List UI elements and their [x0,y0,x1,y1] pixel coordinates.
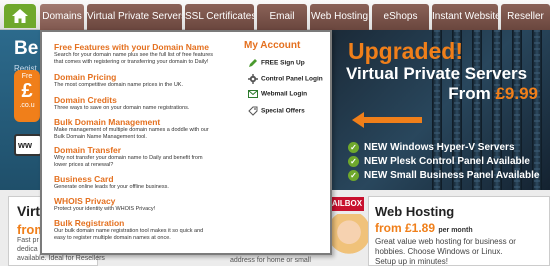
mailbox-promo-text: address for home or small [230,257,311,264]
menu-item-desc: The most competitive domain name prices … [54,82,184,88]
arrow-left-icon [352,112,422,128]
menu-item-desc: Search for your domain name plus see the… [54,52,213,58]
person-photo [330,214,368,266]
tab-reseller[interactable]: Reseller [501,4,550,30]
menu-item-title[interactable]: Free Features with your Domain Name [54,42,244,52]
menu-item-desc: that comes with registering or transferr… [54,59,209,65]
hero-from-label: From [448,84,491,103]
tag-icon [248,106,258,116]
server-rack-image [532,30,542,190]
hero-feature-text: NEW Windows Hyper-V Servers [364,142,515,153]
tab-domains[interactable]: Domains [40,4,84,30]
badge-top-text: Fre [21,73,33,80]
vps-panel-text: Fast pr [17,237,39,244]
top-nav: Domains Virtual Private Servers SSL Cert… [0,0,550,30]
menu-item-business-card[interactable]: Business Card Generate online leads for … [54,174,244,191]
tab-email[interactable]: Email [257,4,307,30]
tab-instant-website[interactable]: Instant Website [432,4,498,30]
menu-item-title[interactable]: WHOIS Privacy [54,196,244,206]
menu-item-title[interactable]: Bulk Domain Management [54,117,244,127]
web-hosting-panel[interactable]: Web Hosting from £1.89 per month Great v… [368,196,550,266]
hero-title: Upgraded! [348,38,463,64]
tab-virtual-private-servers[interactable]: Virtual Private Servers [87,4,182,30]
webmail-login-link[interactable]: Webmail Login [248,90,307,98]
menu-item-desc: Protect your identity with WHOIS Privacy… [54,206,156,212]
hero-feature: ✓ NEW Windows Hyper-V Servers [348,142,515,153]
hero-subtitle: Virtual Private Servers [346,64,528,83]
hero-feature: ✓ NEW Small Business Panel Available [348,170,539,181]
account-link-label: Control Panel Login [261,75,323,83]
home-icon [12,9,28,23]
vps-panel-text: available. Ideal for Resellers [17,255,105,262]
free-sign-up-link[interactable]: FREE Sign Up [248,58,305,68]
menu-item-title[interactable]: Domain Credits [54,95,244,105]
badge-bottom-text: .co.u [19,102,35,109]
menu-item-whois-privacy[interactable]: WHOIS Privacy Protect your identity with… [54,196,244,213]
web-hosting-price: from £1.89 per month [375,221,473,235]
mailbox-badge: AILBOX [330,197,364,211]
menu-item-title[interactable]: Domain Transfer [54,145,244,155]
per-month-label: per month [438,227,473,234]
menu-item-desc: Three ways to save on your domain name r… [54,105,190,111]
hero-feature: ✓ NEW Plesk Control Panel Available [348,156,530,167]
menu-item-domain-transfer[interactable]: Domain Transfer Why not transfer your do… [54,145,244,169]
tab-eshops[interactable]: eShops [372,4,429,30]
banner-title: Be [14,38,39,59]
menu-item-title[interactable]: Bulk Registration [54,218,244,228]
price-badge: Fre £ .co.u [14,70,40,122]
menu-item-desc: Our bulk domain name registration tool m… [54,228,204,234]
account-link-label: Special Offers [261,107,305,115]
vps-panel-text: dedica [17,246,38,253]
pencil-icon [249,59,257,67]
home-button[interactable] [4,4,36,28]
account-link-label: FREE Sign Up [261,59,305,67]
domains-dropdown-menu: Free Features with your Domain Name Sear… [40,30,332,255]
web-hosting-title: Web Hosting [375,204,455,219]
web-hosting-price-value: from £1.89 [375,221,436,235]
domain-search-box[interactable]: ww [14,134,42,156]
menu-item-domain-credits[interactable]: Domain Credits Three ways to save on you… [54,95,244,112]
menu-item-desc: Make management of multiple domain names… [54,127,209,133]
domain-banner: Be Regist Fre £ .co.u ww [0,30,42,190]
menu-item-domain-pricing[interactable]: Domain Pricing The most competitive doma… [54,72,244,89]
menu-item-desc: Why not transfer your domain name to Dai… [54,155,203,161]
vps-hero-banner[interactable]: Upgraded! Virtual Private Servers From £… [332,30,550,190]
hero-feature-text: NEW Small Business Panel Available [364,170,540,181]
control-panel-login-link[interactable]: Control Panel Login [248,74,323,84]
hero-price-value: £9.99 [495,84,538,103]
check-icon: ✓ [348,156,359,167]
menu-item-free-features[interactable]: Free Features with your Domain Name Sear… [54,42,244,66]
tab-web-hosting[interactable]: Web Hosting [310,4,369,30]
check-icon: ✓ [348,142,359,153]
menu-item-bulk-registration[interactable]: Bulk Registration Our bulk domain name r… [54,218,244,242]
menu-item-title[interactable]: Business Card [54,174,244,184]
hero-feature-text: NEW Plesk Control Panel Available [364,156,530,167]
envelope-icon [248,90,258,98]
menu-item-desc: Generate online leads for your offline b… [54,184,169,190]
menu-item-title[interactable]: Domain Pricing [54,72,244,82]
web-hosting-text: Great value web hosting for business or [375,237,516,246]
my-account-title: My Account [244,40,301,51]
menu-item-desc: easy to register multiple domain names a… [54,235,171,241]
my-account-section: My Account [244,40,332,51]
web-hosting-text: Setup up in minutes! [375,257,448,266]
tab-ssl-certificates[interactable]: SSL Certificates [185,4,254,30]
account-link-label: Webmail Login [261,90,308,98]
web-hosting-text: hobbies. Choose Windows or Linux. [375,247,503,256]
gear-icon [248,74,258,84]
hero-price: From £9.99 [448,84,538,104]
special-offers-link[interactable]: Special Offers [248,106,305,116]
badge-price: £ [21,80,33,102]
menu-item-desc: Bulk Domain Name Management tool. [54,134,147,140]
vps-panel-title: Virt [17,203,41,219]
menu-item-bulk-domain-management[interactable]: Bulk Domain Management Make management o… [54,117,244,141]
check-icon: ✓ [348,170,359,181]
menu-item-desc: lower prices at renewal? [54,162,114,168]
